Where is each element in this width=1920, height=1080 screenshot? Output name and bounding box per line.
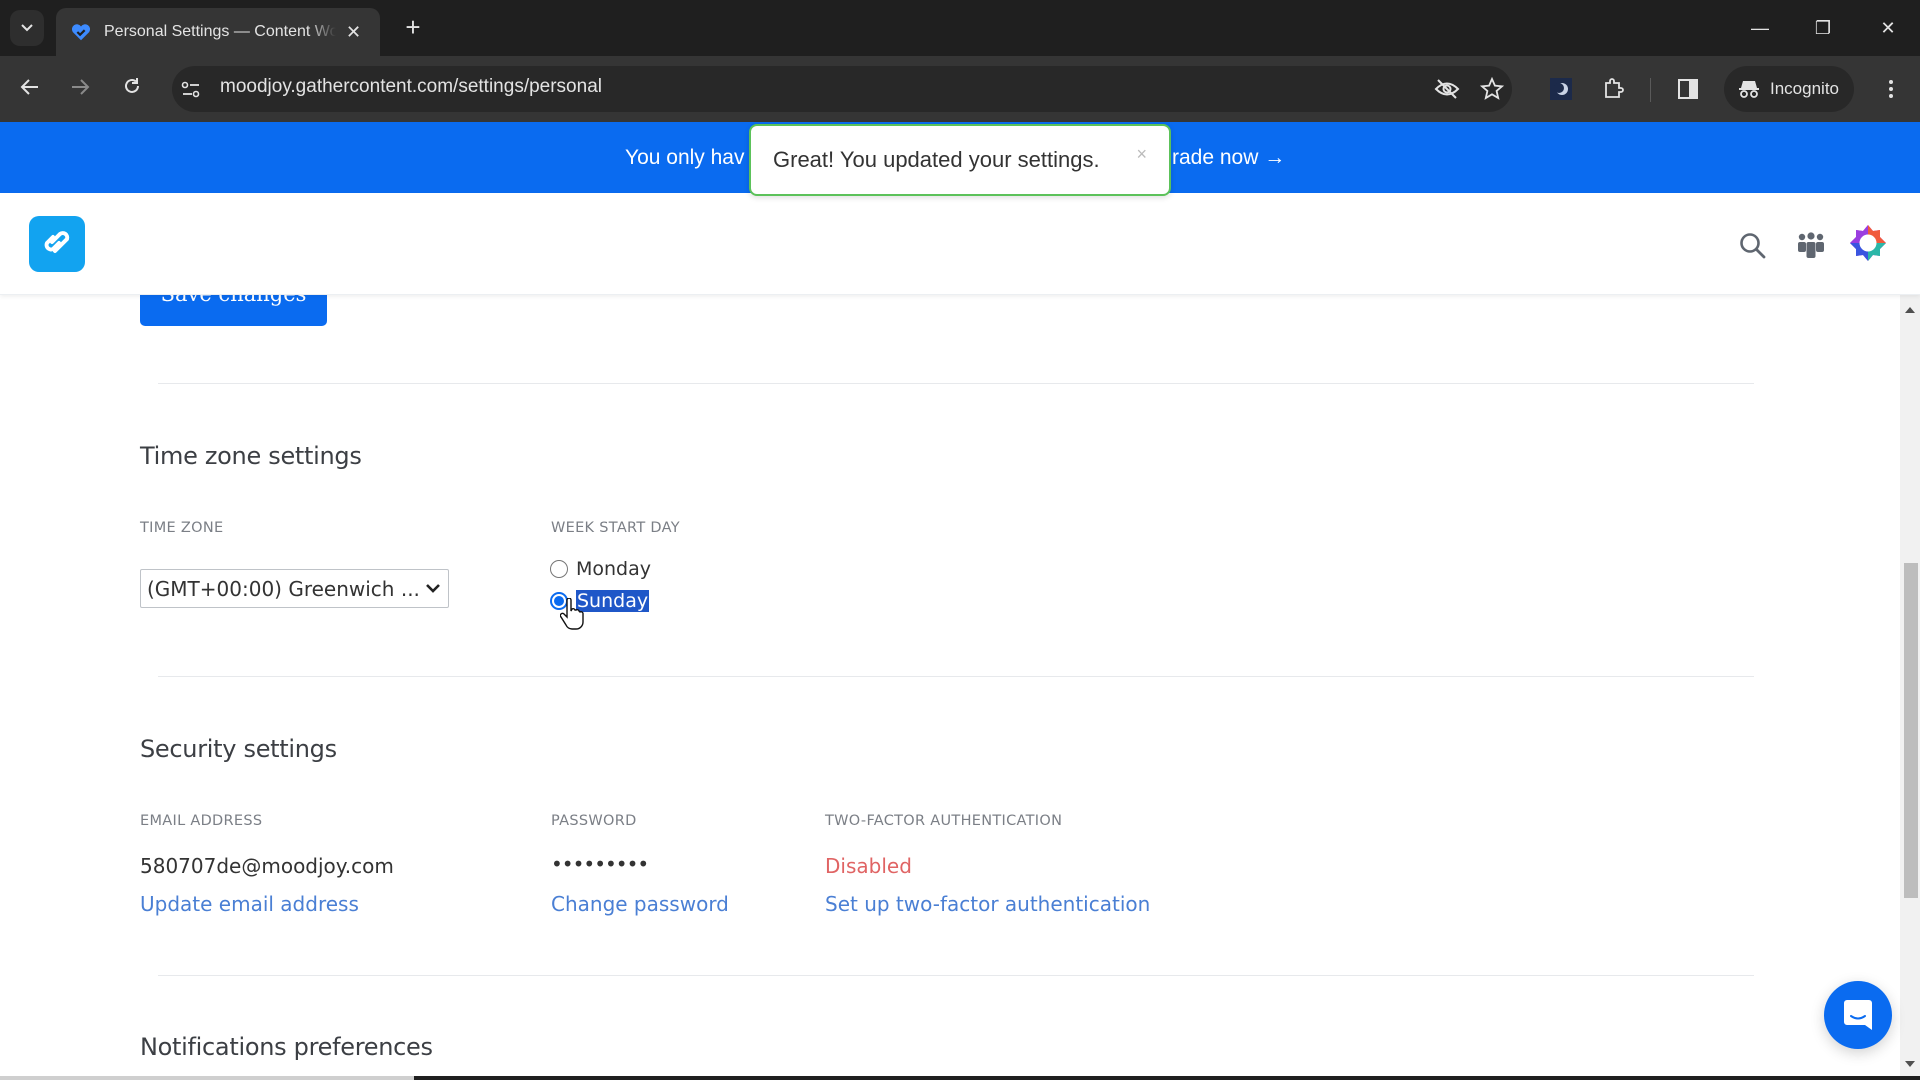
gathercontent-logo-icon xyxy=(44,231,70,253)
extension-moon-button[interactable] xyxy=(1546,74,1576,104)
app-header xyxy=(0,193,1920,295)
tracking-protection-button[interactable] xyxy=(1432,74,1462,104)
chat-icon xyxy=(1844,1000,1872,1030)
password-value: ••••••••• xyxy=(551,852,649,876)
incognito-icon xyxy=(1739,81,1759,98)
sunday-label: Sunday xyxy=(576,590,650,612)
scrollbar-thumb[interactable] xyxy=(1904,563,1918,898)
star-icon xyxy=(1480,77,1504,100)
email-value: 580707de@moodjoy.com xyxy=(140,854,394,878)
update-email-link[interactable]: Update email address xyxy=(140,892,359,916)
settings-content: Save changes Time zone settings TIME ZON… xyxy=(0,295,1900,1080)
search-icon[interactable] xyxy=(1738,231,1768,261)
forward-button[interactable] xyxy=(64,73,96,105)
team-icon[interactable] xyxy=(1795,231,1827,261)
timezone-section-title: Time zone settings xyxy=(140,442,362,470)
page-scrollbar[interactable] xyxy=(1900,295,1920,1080)
success-toast: Great! You updated your settings. × xyxy=(749,124,1171,196)
account-avatar-icon[interactable] xyxy=(1848,223,1888,263)
window-close-button[interactable]: ✕ xyxy=(1868,12,1908,44)
upgrade-now-link[interactable]: rade now → xyxy=(1172,146,1285,170)
toast-close-icon[interactable]: × xyxy=(1136,144,1147,165)
incognito-label: Incognito xyxy=(1770,79,1839,98)
save-changes-label: Save changes xyxy=(161,295,307,306)
twofa-status: Disabled xyxy=(825,854,912,878)
monday-radio[interactable] xyxy=(550,560,568,578)
week-start-option-monday[interactable]: Monday xyxy=(550,558,651,580)
arrow-right-icon xyxy=(72,79,90,95)
minimize-button[interactable]: — xyxy=(1740,12,1780,44)
reload-button[interactable] xyxy=(116,73,148,105)
email-label: EMAIL ADDRESS xyxy=(140,813,263,829)
side-panel-button[interactable] xyxy=(1673,74,1703,104)
timezone-label: TIME ZONE xyxy=(140,520,224,536)
password-label: PASSWORD xyxy=(551,813,637,829)
chat-launcher-button[interactable] xyxy=(1824,981,1892,1049)
banner-text: You only hav xyxy=(625,146,745,169)
taskbar-edge-highlight xyxy=(0,1076,414,1080)
change-password-link[interactable]: Change password xyxy=(551,892,729,916)
timezone-selected-value: (GMT+00:00) Greenwich ... xyxy=(147,576,420,601)
site-info-icon[interactable] xyxy=(180,80,202,100)
more-vertical-icon xyxy=(1889,80,1893,98)
back-button[interactable] xyxy=(14,73,46,105)
section-divider xyxy=(158,975,1754,976)
browser-toolbar: moodjoy.gathercontent.com/settings/perso… xyxy=(0,56,1920,122)
new-tab-button[interactable]: + xyxy=(398,12,428,42)
timezone-select[interactable]: (GMT+00:00) Greenwich ... xyxy=(140,569,449,608)
toolbar-divider xyxy=(1650,78,1651,102)
browser-tab-bar: Personal Settings — Content Workflow ✕ +… xyxy=(0,0,1920,56)
setup-twofa-link[interactable]: Set up two-factor authentication xyxy=(825,892,1150,916)
eye-off-icon xyxy=(1434,79,1460,99)
gathercontent-favicon-icon xyxy=(71,24,91,41)
save-changes-button[interactable]: Save changes xyxy=(140,295,327,326)
section-divider xyxy=(158,676,1754,677)
browser-menu-button[interactable] xyxy=(1876,74,1906,104)
security-section-title: Security settings xyxy=(140,735,337,763)
bookmark-button[interactable] xyxy=(1477,74,1507,104)
chevron-down-icon xyxy=(426,584,440,593)
toast-message: Great! You updated your settings. xyxy=(773,147,1100,172)
twofa-label: TWO-FACTOR AUTHENTICATION xyxy=(825,813,1063,829)
incognito-badge[interactable]: Incognito xyxy=(1724,66,1854,112)
browser-tab-active[interactable]: Personal Settings — Content Workflow ✕ xyxy=(56,8,380,56)
tab-search-button[interactable] xyxy=(10,10,44,46)
moon-extension-icon xyxy=(1550,78,1572,100)
extensions-button[interactable] xyxy=(1598,74,1628,104)
restore-button[interactable]: ❐ xyxy=(1803,12,1843,44)
scroll-down-arrow-icon[interactable] xyxy=(1905,1061,1915,1067)
chevron-down-icon xyxy=(21,24,33,32)
scroll-up-arrow-icon[interactable] xyxy=(1905,307,1915,313)
tab-title: Personal Settings — Content Workflow xyxy=(104,23,336,40)
monday-label: Monday xyxy=(576,558,652,580)
hand-pointer-cursor-icon xyxy=(560,598,584,630)
url-text[interactable]: moodjoy.gathercontent.com/settings/perso… xyxy=(220,76,602,98)
section-divider xyxy=(158,383,1754,384)
week-start-label: WEEK START DAY xyxy=(551,520,680,536)
arrow-left-icon xyxy=(20,79,38,95)
app-logo[interactable] xyxy=(29,216,85,272)
notifications-section-title: Notifications preferences xyxy=(140,1033,433,1061)
puzzle-icon xyxy=(1605,78,1624,98)
side-panel-icon xyxy=(1678,79,1698,99)
tab-close-icon[interactable]: ✕ xyxy=(346,22,361,43)
reload-icon xyxy=(125,78,139,93)
